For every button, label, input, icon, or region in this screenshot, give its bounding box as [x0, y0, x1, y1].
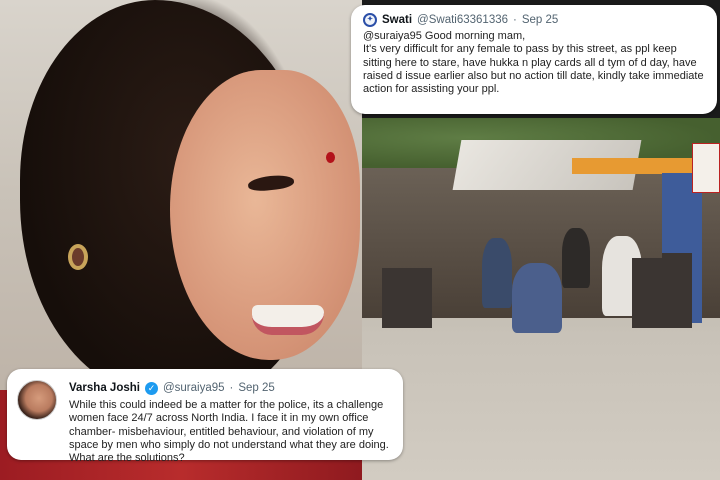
tweet-author-name: Varsha Joshi — [69, 382, 140, 394]
tweet-header: Varsha Joshi ✓ @suraiya95 · Sep 25 — [69, 381, 391, 395]
check-icon: ✓ — [144, 381, 158, 395]
tweet-text: @suraiya95 Good morning mam, It's very d… — [363, 30, 704, 96]
tweet-card-swati[interactable]: ✦ Swati @Swati63361336 · Sep 25 @suraiya… — [351, 5, 717, 114]
plastic-chair — [662, 253, 692, 328]
red-sign — [692, 143, 720, 193]
street-scene-photo — [362, 118, 720, 480]
tweet-text: While this could indeed be a matter for … — [69, 399, 389, 465]
orange-tarp — [572, 158, 692, 174]
tweet-author-name: Swati — [382, 14, 413, 26]
person-checked-shirt — [512, 263, 562, 333]
earring — [68, 244, 88, 270]
tweet-card-varsha-joshi[interactable]: Varsha Joshi ✓ @suraiya95 · Sep 25 While… — [7, 369, 403, 464]
person — [482, 238, 512, 308]
bindi — [326, 152, 335, 163]
tweet-author-handle: @suraiya95 — [162, 382, 225, 394]
tweet-separator: · — [229, 382, 234, 394]
tweet-header: ✦ Swati @Swati63361336 · Sep 25 — [363, 13, 707, 27]
tweet-date: Sep 25 — [238, 382, 275, 394]
plastic-chair — [382, 268, 432, 328]
circular-emblem-icon: ✦ — [363, 13, 377, 27]
smile — [252, 305, 324, 335]
tweet-separator: · — [513, 14, 517, 26]
avatar — [17, 380, 57, 420]
person — [562, 228, 590, 288]
tweet-author-handle: @Swati63361336 — [417, 14, 509, 26]
tweet-date: Sep 25 — [521, 14, 559, 26]
